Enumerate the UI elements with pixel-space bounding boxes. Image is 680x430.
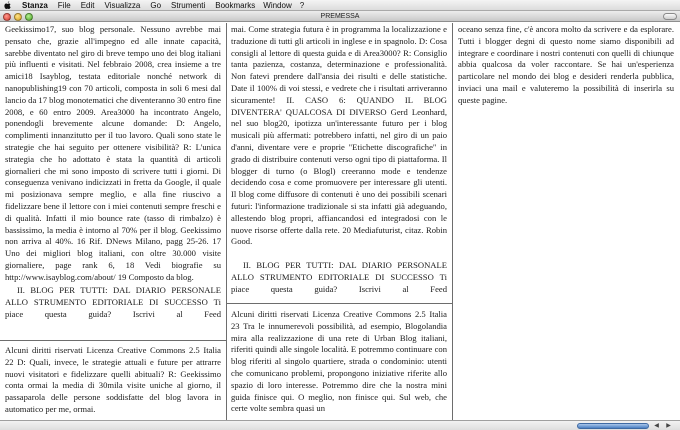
page-paragraph: Geekissimo17, suo blog personale. Nessun… xyxy=(5,24,221,282)
window-title: PREMESSA xyxy=(320,13,360,20)
minimize-window-button[interactable] xyxy=(14,12,22,21)
column-divider xyxy=(226,23,227,420)
page-text: Geekissimo17, suo blog personale. Nessun… xyxy=(5,24,221,282)
page-heading: II. BLOG PER TUTTI: DAL DIARIO PERSONALE… xyxy=(5,285,221,319)
menu-strumenti[interactable]: Strumenti xyxy=(171,1,205,10)
page-paragraph: mai. Come strategia futura è in programm… xyxy=(231,24,447,247)
page-text: oceano senza fine, c'è ancora molto da s… xyxy=(458,24,674,114)
menu-window[interactable]: Window xyxy=(263,1,291,10)
menu-help[interactable]: ? xyxy=(300,1,304,10)
zoom-window-button[interactable] xyxy=(25,12,33,21)
page-paragraph: oceano senza fine, c'è ancora molto da s… xyxy=(458,24,674,105)
apple-menu-icon[interactable] xyxy=(4,0,16,11)
menu-bookmarks[interactable]: Bookmarks xyxy=(215,1,255,10)
menu-file[interactable]: File xyxy=(58,1,71,10)
horizontal-scrollbar[interactable]: ◀ ▶ xyxy=(0,420,680,430)
column-divider xyxy=(452,23,453,420)
page-text: mai. Come strategia futura è in programm… xyxy=(231,24,447,258)
scrollbar-thumb[interactable] xyxy=(577,423,649,429)
window-title-bar[interactable]: PREMESSA xyxy=(0,11,680,22)
window-controls xyxy=(3,12,33,21)
scroll-left-arrow-icon[interactable]: ◀ xyxy=(652,422,661,430)
menu-app-name[interactable]: Stanza xyxy=(22,1,48,10)
page-break-divider xyxy=(226,303,452,304)
page-break-divider xyxy=(0,340,226,341)
menu-go[interactable]: Go xyxy=(150,1,161,10)
menu-bar: Stanza File Edit Visualizza Go Strumenti… xyxy=(0,0,680,11)
page-paragraph: Alcuni diritti riservati Licenza Creativ… xyxy=(231,309,447,414)
close-window-button[interactable] xyxy=(3,12,11,21)
scroll-right-arrow-icon[interactable]: ▶ xyxy=(664,422,673,430)
menu-visualizza[interactable]: Visualizza xyxy=(104,1,140,10)
menu-edit[interactable]: Edit xyxy=(81,1,95,10)
page-footer-heading: II. BLOG PER TUTTI: DAL DIARIO PERSONALE… xyxy=(5,285,221,345)
page-text: Alcuni diritti riservati Licenza Creativ… xyxy=(5,345,221,420)
reader-content: Geekissimo17, suo blog personale. Nessun… xyxy=(0,23,680,420)
toolbar-toggle-button[interactable] xyxy=(663,13,677,20)
page-text: Alcuni diritti riservati Licenza Creativ… xyxy=(231,309,447,420)
page-paragraph: Alcuni diritti riservati Licenza Creativ… xyxy=(5,345,221,414)
page-heading: II. BLOG PER TUTTI: DAL DIARIO PERSONALE… xyxy=(231,260,447,294)
